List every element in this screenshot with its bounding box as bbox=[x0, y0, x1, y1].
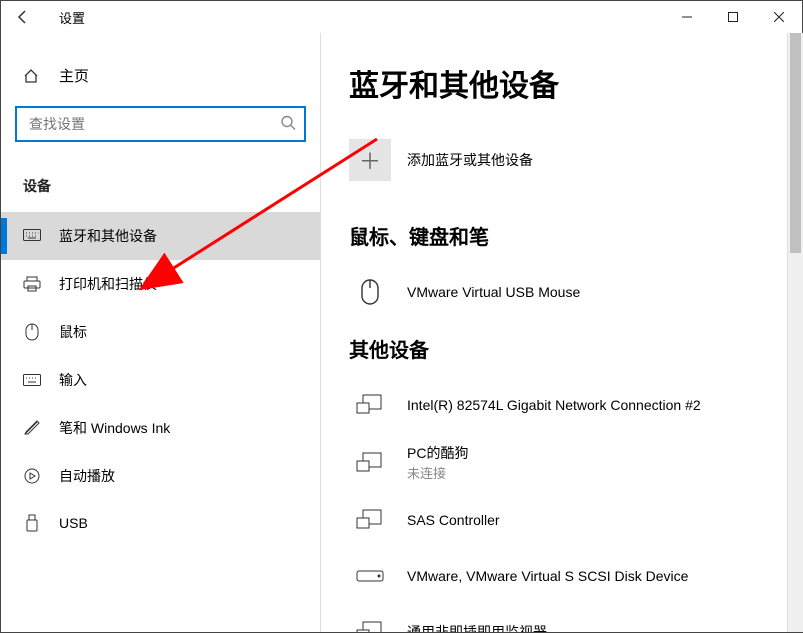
sidebar-item-printers[interactable]: 打印机和扫描仪 bbox=[1, 260, 320, 308]
device-icon bbox=[349, 445, 391, 481]
printer-icon bbox=[23, 276, 41, 292]
device-item-sas[interactable]: SAS Controller bbox=[349, 492, 774, 548]
mouse-icon bbox=[23, 323, 41, 341]
group-other-devices: 其他设备 bbox=[349, 334, 774, 363]
sidebar-item-pen[interactable]: 笔和 Windows Ink bbox=[1, 404, 320, 452]
sidebar-item-label: 输入 bbox=[59, 370, 87, 390]
group-mouse-keyboard-pen: 鼠标、键盘和笔 bbox=[349, 221, 774, 250]
scrollbar-vertical[interactable] bbox=[787, 33, 803, 632]
sidebar-item-typing[interactable]: 输入 bbox=[1, 356, 320, 404]
device-item-network[interactable]: Intel(R) 82574L Gigabit Network Connecti… bbox=[349, 377, 774, 433]
add-device-label: 添加蓝牙或其他设备 bbox=[407, 150, 533, 170]
sidebar-item-label: 打印机和扫描仪 bbox=[59, 274, 157, 294]
minimize-icon bbox=[682, 12, 692, 22]
sidebar-item-label: 笔和 Windows Ink bbox=[59, 418, 170, 438]
titlebar: 设置 bbox=[1, 1, 802, 33]
window-title: 设置 bbox=[59, 8, 85, 27]
back-button[interactable] bbox=[9, 3, 37, 31]
page-title: 蓝牙和其他设备 bbox=[349, 61, 774, 105]
device-name: SAS Controller bbox=[407, 512, 500, 528]
home-icon bbox=[23, 68, 39, 84]
sidebar-item-mouse[interactable]: 鼠标 bbox=[1, 308, 320, 356]
device-item-monitor[interactable]: 通用非即插即用监视器 bbox=[349, 604, 774, 632]
maximize-icon bbox=[728, 12, 738, 22]
arrow-left-icon bbox=[15, 9, 31, 25]
device-item-pc[interactable]: PC的酷狗 未连接 bbox=[349, 433, 774, 492]
close-button[interactable] bbox=[756, 1, 802, 33]
scrollbar-thumb[interactable] bbox=[790, 33, 801, 253]
add-device-button[interactable]: ＋ 添加蓝牙或其他设备 bbox=[349, 139, 774, 181]
device-item-mouse[interactable]: VMware Virtual USB Mouse bbox=[349, 264, 774, 320]
sidebar-item-usb[interactable]: USB bbox=[1, 500, 320, 546]
content-pane: 蓝牙和其他设备 ＋ 添加蓝牙或其他设备 鼠标、键盘和笔 VMware Virtu… bbox=[321, 33, 802, 632]
play-icon bbox=[23, 468, 41, 484]
device-name: VMware, VMware Virtual S SCSI Disk Devic… bbox=[407, 568, 688, 584]
section-label: 设备 bbox=[1, 158, 320, 204]
drive-icon bbox=[349, 558, 391, 594]
sidebar-item-bluetooth[interactable]: 蓝牙和其他设备 bbox=[1, 212, 320, 260]
sidebar: 主页 设备 蓝牙和其他设备 bbox=[1, 33, 321, 632]
device-name: PC的酷狗 bbox=[407, 443, 468, 463]
device-icon bbox=[349, 614, 391, 632]
sidebar-item-label: 鼠标 bbox=[59, 322, 87, 342]
sidebar-item-label: USB bbox=[59, 515, 88, 531]
mouse-icon bbox=[349, 274, 391, 310]
device-icon bbox=[349, 502, 391, 538]
search-input-wrap[interactable] bbox=[15, 106, 306, 142]
home-link[interactable]: 主页 bbox=[1, 53, 320, 98]
sidebar-item-label: 自动播放 bbox=[59, 466, 115, 486]
plus-icon: ＋ bbox=[349, 139, 391, 181]
device-icon bbox=[349, 387, 391, 423]
device-name: VMware Virtual USB Mouse bbox=[407, 284, 580, 300]
sidebar-nav: 蓝牙和其他设备 打印机和扫描仪 鼠标 bbox=[1, 212, 320, 546]
pen-icon bbox=[23, 420, 41, 436]
minimize-button[interactable] bbox=[664, 1, 710, 33]
device-name: 通用非即插即用监视器 bbox=[407, 622, 547, 632]
usb-icon bbox=[23, 514, 41, 532]
keyboard-small-icon bbox=[23, 374, 41, 386]
maximize-button[interactable] bbox=[710, 1, 756, 33]
device-name: Intel(R) 82574L Gigabit Network Connecti… bbox=[407, 397, 701, 413]
search-input[interactable] bbox=[27, 115, 268, 133]
search-icon bbox=[280, 115, 296, 134]
sidebar-item-label: 蓝牙和其他设备 bbox=[59, 226, 157, 246]
settings-window: 设置 主页 bbox=[0, 0, 803, 633]
close-icon bbox=[774, 12, 784, 22]
sidebar-item-autoplay[interactable]: 自动播放 bbox=[1, 452, 320, 500]
device-status: 未连接 bbox=[407, 463, 468, 482]
home-label: 主页 bbox=[59, 65, 89, 86]
device-item-disk[interactable]: VMware, VMware Virtual S SCSI Disk Devic… bbox=[349, 548, 774, 604]
keyboard-icon bbox=[23, 229, 41, 243]
